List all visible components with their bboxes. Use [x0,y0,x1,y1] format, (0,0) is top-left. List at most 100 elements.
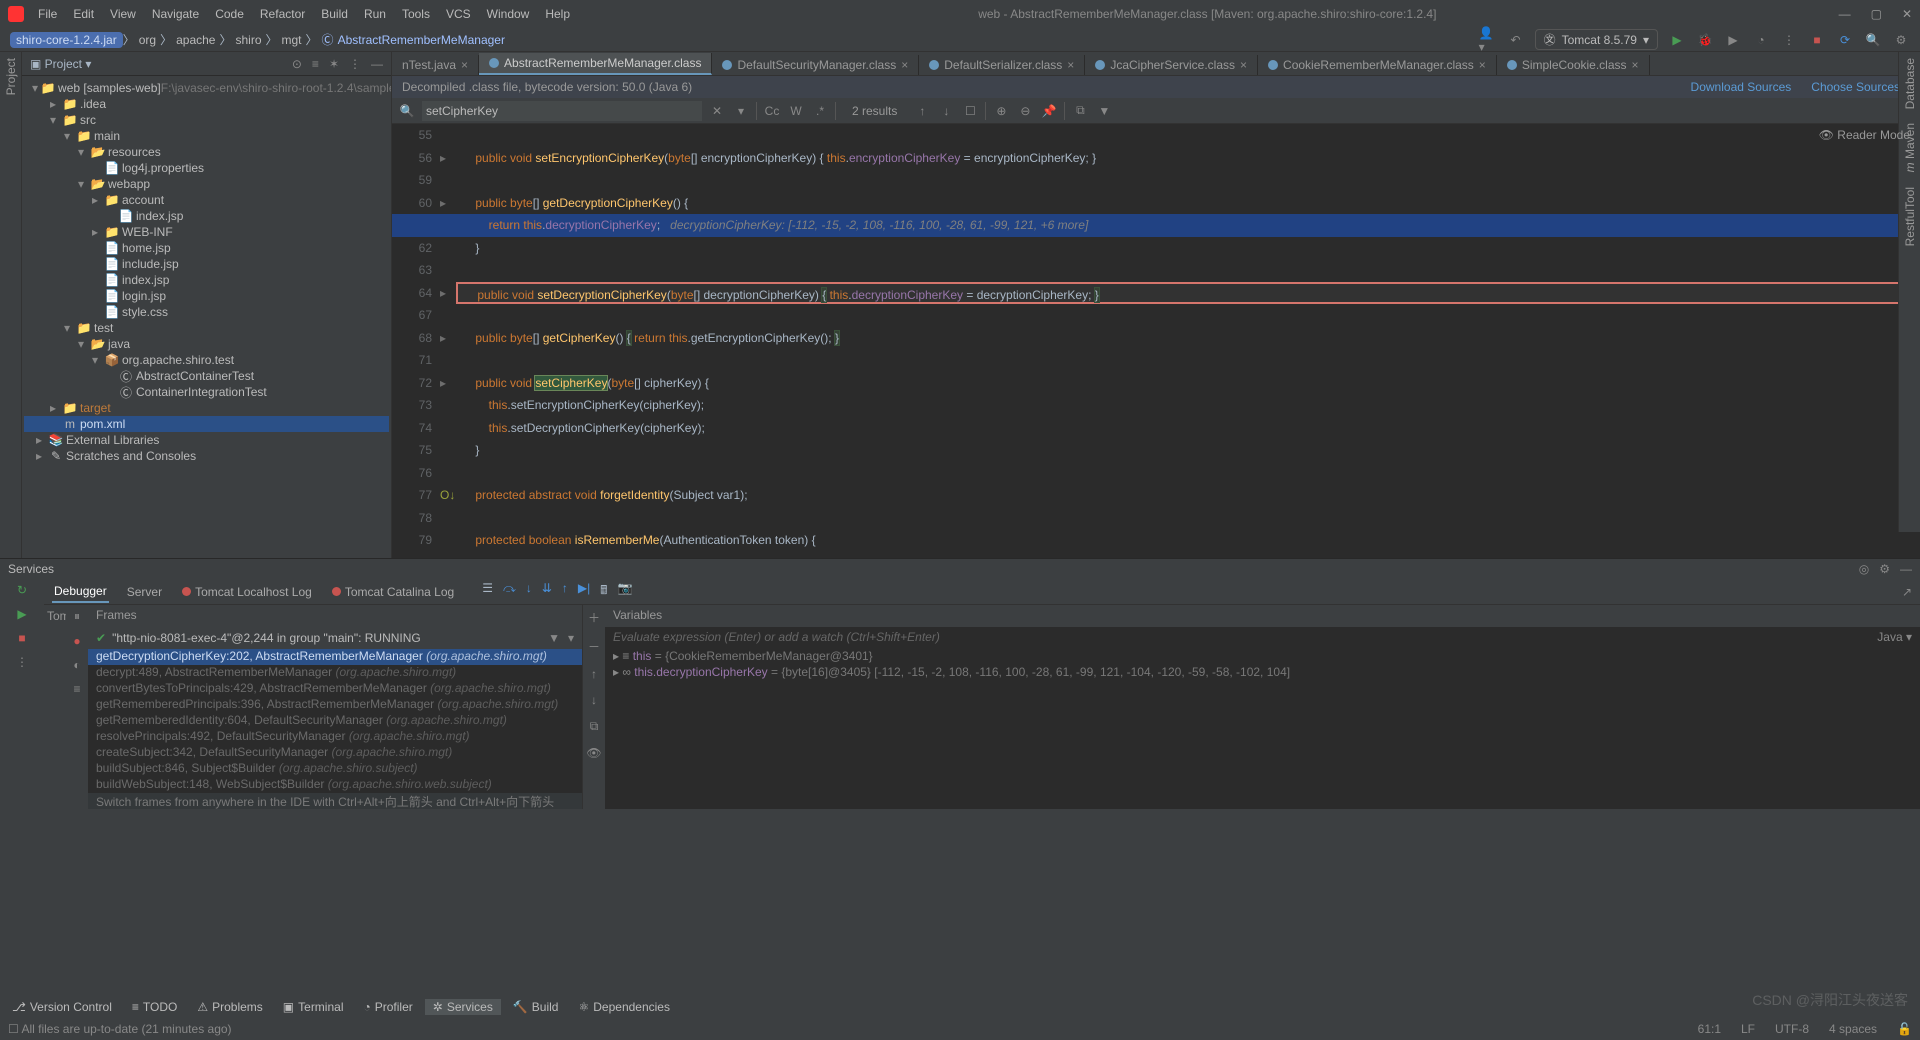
tree-node[interactable]: ▸📁target [24,400,389,416]
stack-frame[interactable]: getRememberedIdentity:604, DefaultSecuri… [88,713,582,729]
pin-icon[interactable]: 📌 [1040,104,1058,118]
view-bp-icon[interactable]: ◐ [73,658,80,672]
new-watch-icon[interactable]: ＋ [588,609,600,626]
vcs-update-icon[interactable]: ⟳ [1836,31,1854,49]
stop-service-icon[interactable]: ■ [18,631,25,645]
words-icon[interactable]: W [787,104,805,118]
editor-tab[interactable]: SimpleCookie.class × [1497,55,1650,75]
stop-icon[interactable]: ■ [1808,31,1826,49]
editor-tab[interactable]: JcaCipherService.class × [1085,55,1258,75]
thread-selector[interactable]: ✔"http-nio-8081-exec-4"@2,244 in group "… [88,627,582,649]
mute-bp-icon[interactable]: ● [73,634,80,648]
services-layout-icon[interactable]: ◎ [1859,562,1869,576]
services-hide-icon[interactable]: — [1900,562,1912,576]
more-icon[interactable]: ⋮ [16,655,28,669]
evaluate-icon[interactable]: 🖩 [600,581,607,602]
show-watch-icon[interactable]: 👁 [586,746,601,760]
menu-view[interactable]: View [104,7,142,21]
maximize-icon[interactable]: ▢ [1871,7,1882,21]
caret-pos[interactable]: 61:1 [1698,1022,1721,1036]
menu-help[interactable]: Help [539,7,576,21]
stack-frame[interactable]: resolvePrincipals:492, DefaultSecurityMa… [88,729,582,745]
profile-icon[interactable]: ◔ [1752,31,1770,49]
indent[interactable]: 4 spaces [1829,1022,1877,1036]
todo-button[interactable]: ≡ TODO [124,999,185,1015]
thread-dropdown-icon[interactable]: ▾ [568,631,574,645]
run-icon[interactable]: ▶ [1668,31,1686,49]
crumb-apache[interactable]: apache [172,33,219,47]
editor-tab[interactable]: AbstractRememberMeManager.class [479,53,712,75]
up-watch-icon[interactable]: ↑ [591,667,597,681]
tree-node[interactable]: ▸📁account [24,192,389,208]
tree-node[interactable]: ▾📂resources [24,144,389,160]
stack-frame[interactable]: getRememberedPrincipals:396, AbstractRem… [88,697,582,713]
tree-node[interactable]: 📄log4j.properties [24,160,389,176]
tomcat-localhost-log-tab[interactable]: Tomcat Localhost Log [180,582,314,602]
profiler-button[interactable]: ◔ Profiler [356,999,421,1015]
download-sources-link[interactable]: Download Sources [1691,80,1792,94]
tree-node[interactable]: 📄login.jsp [24,288,389,304]
editor-tabs[interactable]: nTest.java ×AbstractRememberMeManager.cl… [392,52,1920,76]
find-history-icon[interactable]: ▾ [732,104,750,118]
editor-tab[interactable]: DefaultSerializer.class × [919,55,1085,75]
lang-combo[interactable]: Java ▾ [1877,630,1912,646]
tree-node[interactable]: 📄index.jsp [24,208,389,224]
problems-button[interactable]: ⚠ Problems [189,999,270,1015]
rerun-icon[interactable]: ↻ [17,583,27,597]
tree-node[interactable]: ▾📂java [24,336,389,352]
variable-row[interactable]: ▸ ≡ this = {CookieRememberMeManager@3401… [605,649,1920,665]
tree-node[interactable]: ▸✎Scratches and Consoles [24,448,389,464]
menu-refactor[interactable]: Refactor [254,7,311,21]
menu-edit[interactable]: Edit [67,7,100,21]
project-tree[interactable]: ▾📁web [samples-web] F:\javasec-env\shiro… [22,76,391,558]
reader-mode-toggle[interactable]: 👁 Reader Mode [1819,128,1910,142]
choose-sources-link[interactable]: Choose Sources... [1811,80,1910,94]
trace-icon[interactable]: 📷 [617,581,632,602]
tree-node[interactable]: ▾📂webapp [24,176,389,192]
server-tab[interactable]: Server [125,582,164,602]
tree-node[interactable]: ▸📚External Libraries [24,432,389,448]
stack-frame[interactable]: buildSubject:846, Subject$Builder (org.a… [88,761,582,777]
stack-frame[interactable]: convertBytesToPrincipals:429, AbstractRe… [88,681,582,697]
services-button[interactable]: ✲ Services [425,999,501,1015]
step-out-icon[interactable]: ↑ [562,581,568,602]
close-icon[interactable]: ✕ [1902,7,1912,21]
restful-tool-button[interactable]: RestfulTool [1903,187,1917,246]
select-opened-icon[interactable]: ⊙ [292,57,302,71]
clear-search-icon[interactable]: ✕ [708,104,726,118]
find-input[interactable] [422,101,702,121]
minimize-icon[interactable]: — [1839,7,1851,21]
menu-file[interactable]: File [32,7,63,21]
remove-watch-icon[interactable]: － [588,638,600,655]
panel-settings-icon[interactable]: ⋮ [349,57,361,71]
regex-icon[interactable]: .* [811,104,829,118]
tree-node[interactable]: 📄include.jsp [24,256,389,272]
coverage-icon[interactable]: ▶ [1724,31,1742,49]
tree-node[interactable]: ▾📁main [24,128,389,144]
expand-all-icon[interactable]: ≡ [312,57,319,71]
back-icon[interactable]: ↶ [1507,31,1525,49]
stack-frame[interactable]: createSubject:342, DefaultSecurityManage… [88,745,582,761]
add-selection-icon[interactable]: ⊕ [992,104,1010,118]
crumb-jar[interactable]: shiro-core-1.2.4.jar [10,32,123,48]
tree-node[interactable]: ▾📁web [samples-web] F:\javasec-env\shiro… [24,80,389,96]
dup-watch-icon[interactable]: ⧉ [590,719,599,734]
tree-node[interactable]: 📄home.jsp [24,240,389,256]
menu-code[interactable]: Code [209,7,250,21]
step-over-icon[interactable]: ⤼ [503,581,516,602]
run-config-combo[interactable]: ㉆ Tomcat 8.5.79 ▾ [1535,29,1658,50]
toggle-icon[interactable]: ⧉ [1071,103,1089,118]
run-to-cursor-icon[interactable]: ▶| [578,581,590,602]
open-in-icon[interactable]: ↗ [1902,585,1912,599]
dependencies-button[interactable]: ⚛ Dependencies [570,999,678,1015]
tree-node[interactable]: mpom.xml [24,416,389,432]
attach-icon[interactable]: ⋮ [1780,31,1798,49]
search-everywhere-icon[interactable]: 🔍 [1864,31,1882,49]
menu-tools[interactable]: Tools [396,7,436,21]
debug-icon[interactable]: 🐞 [1696,31,1714,49]
crumb-org[interactable]: org [135,33,160,47]
down-watch-icon[interactable]: ↓ [591,693,597,707]
crumb-class[interactable]: Ⓒ AbstractRememberMeManager [318,31,509,48]
encoding[interactable]: UTF-8 [1775,1022,1809,1036]
debugger-tab[interactable]: Debugger [52,581,109,603]
